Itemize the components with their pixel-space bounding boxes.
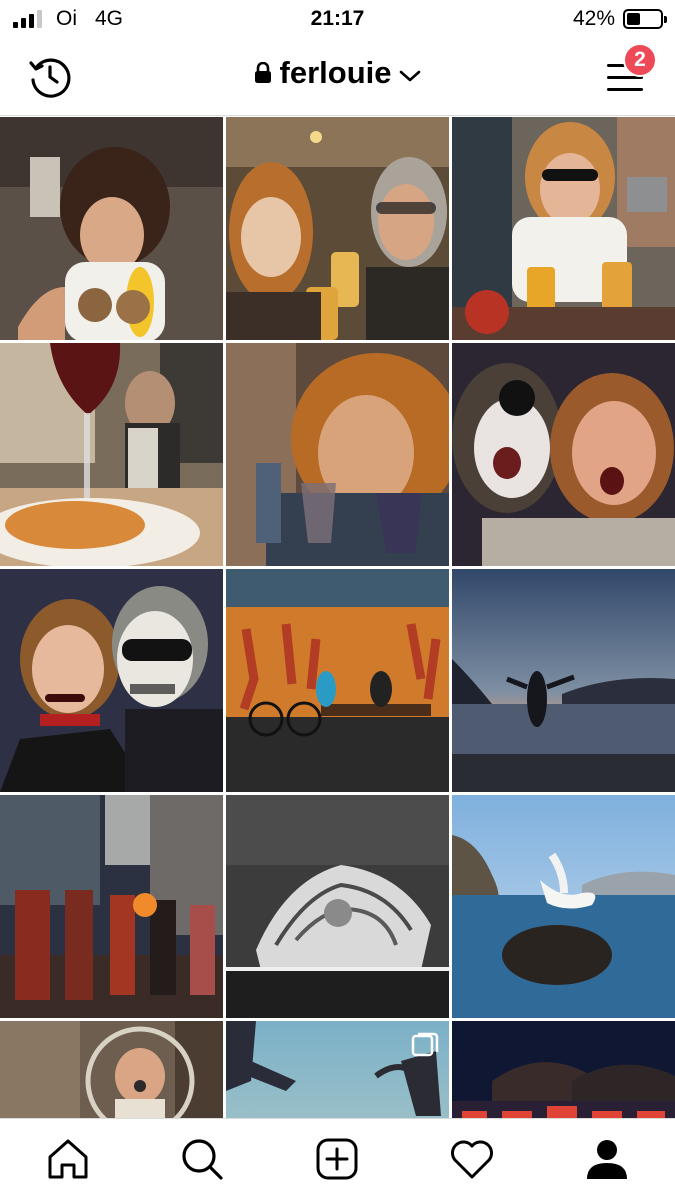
bottom-tab-bar: [0, 1118, 675, 1200]
battery-percentage: 42%: [572, 7, 615, 30]
battery-level: [627, 13, 641, 25]
post-1-woman-holding-coconuts[interactable]: [0, 117, 223, 340]
post-2-couple-selfie-with-beer[interactable]: [226, 117, 449, 340]
notification-badge: 2: [623, 43, 657, 77]
tab-activity[interactable]: [448, 1135, 496, 1183]
post-15-circus-tent-at-night[interactable]: [452, 1021, 675, 1118]
tab-new-post[interactable]: [313, 1135, 361, 1183]
search-icon: [182, 1139, 223, 1180]
post-14-jumping-silhouette-sky[interactable]: [226, 1021, 449, 1118]
post-5-woman-with-wine-glasses[interactable]: [226, 343, 449, 566]
chevron-down-icon: [399, 55, 421, 91]
account-switcher[interactable]: ferlouie: [0, 55, 675, 91]
lock-icon: [254, 62, 272, 84]
battery-icon: [623, 9, 667, 29]
post-3-woman-eating-with-drinks[interactable]: [452, 117, 675, 340]
tab-home[interactable]: [44, 1135, 92, 1183]
multiple-media-icon: [411, 1031, 439, 1059]
post-9-silhouette-at-sunset-beach[interactable]: [452, 569, 675, 792]
post-10-street-parade-performers[interactable]: [0, 795, 223, 1018]
heart-icon: [451, 1140, 493, 1179]
profile-header: ferlouie 2: [0, 38, 675, 116]
post-7-halloween-costume-couple[interactable]: [0, 569, 223, 792]
post-8-bicycle-orange-wall-mural[interactable]: [226, 569, 449, 792]
tab-profile[interactable]: [583, 1135, 631, 1183]
add-post-icon: [316, 1138, 358, 1180]
profile-icon: [587, 1140, 627, 1179]
profile-username: ferlouie: [279, 55, 392, 90]
menu-button[interactable]: 2: [601, 43, 657, 101]
home-icon: [48, 1139, 88, 1179]
posts-grid: [0, 117, 675, 1118]
post-12-seagull-on-rock[interactable]: [452, 795, 675, 1018]
post-11-black-and-white-graffiti[interactable]: [226, 795, 449, 1018]
status-bar: Oi 4G 21:17 42%: [0, 0, 675, 38]
post-13-woman-in-wheel[interactable]: [0, 1021, 223, 1118]
post-6-halloween-skull-makeup-selfie[interactable]: [452, 343, 675, 566]
post-4-wine-glass-and-food[interactable]: [0, 343, 223, 566]
status-right: 42%: [572, 7, 667, 31]
tab-search[interactable]: [178, 1135, 226, 1183]
